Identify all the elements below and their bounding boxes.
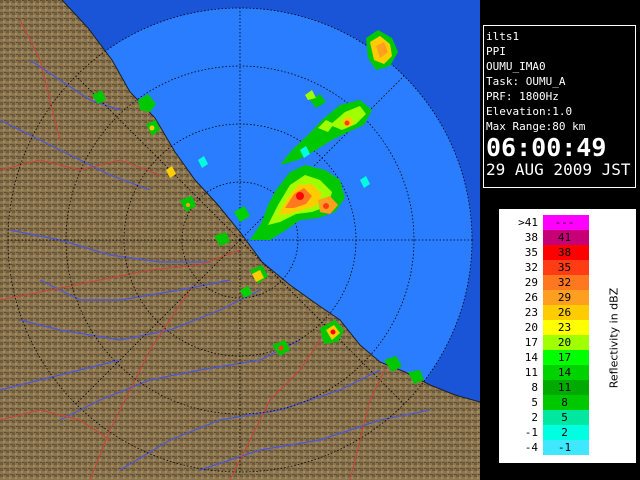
legend-row-low-value: 32 xyxy=(524,261,538,274)
legend-row: -4 -1 xyxy=(500,440,600,455)
legend-row: -1 2 xyxy=(500,425,600,440)
legend-row-low-value: 35 xyxy=(524,246,538,259)
legend-color-swatch: 8 xyxy=(543,395,589,410)
legend-color-swatch: 29 xyxy=(543,290,589,305)
max-range-value: Max Range:80 km xyxy=(486,120,586,133)
legend-row-low-value: 8 xyxy=(531,381,538,394)
scan-type: PPI xyxy=(486,45,506,58)
legend-row: 58 xyxy=(500,395,600,410)
legend-axis-label: Reflectivity in dBZ xyxy=(603,258,625,418)
legend-color-swatch: 5 xyxy=(543,410,589,425)
legend-row: 11 14 xyxy=(500,365,600,380)
legend-row-low-value: 2 xyxy=(531,411,538,424)
legend-row: 29 32 xyxy=(500,275,600,290)
legend-row: 20 23 xyxy=(500,320,600,335)
legend-color-swatch: 14 xyxy=(543,365,589,380)
legend-row-high-value: 41 xyxy=(557,231,572,244)
legend-row-high-value: 26 xyxy=(557,306,572,319)
legend-color-swatch: 32 xyxy=(543,275,589,290)
legend-row-high-value: 8 xyxy=(561,396,568,409)
legend-row: 14 17 xyxy=(500,350,600,365)
scan-info-box: ilts1 PPI OUMU_IMA0 Task: OUMU_A PRF: 18… xyxy=(483,25,636,188)
legend-row: 17 20 xyxy=(500,335,600,350)
legend-row-low-value: 17 xyxy=(524,336,538,349)
legend-row-low-value: 5 xyxy=(531,396,538,409)
legend-color-swatch: 2 xyxy=(543,425,589,440)
legend-row: 35 38 xyxy=(500,245,600,260)
legend-row-high-value: 23 xyxy=(557,321,572,334)
legend-row-high-value: 14 xyxy=(557,366,572,379)
legend-row-low-value: 14 xyxy=(524,351,538,364)
legend-row-high-value: --- xyxy=(554,216,575,229)
radar-map[interactable] xyxy=(0,0,480,480)
legend-row-high-value: 29 xyxy=(557,291,572,304)
legend-row: 26 29 xyxy=(500,290,600,305)
legend-row-low-value: -1 xyxy=(524,426,538,439)
legend-color-swatch: 11 xyxy=(543,380,589,395)
legend-row-high-value: 2 xyxy=(561,426,568,439)
legend-row-low-value: 26 xyxy=(524,291,538,304)
legend-row: >41 --- xyxy=(500,215,600,230)
scan-time: 06:00:49 xyxy=(486,133,607,162)
info-panel: ilts1 PPI OUMU_IMA0 Task: OUMU_A PRF: 18… xyxy=(480,0,640,480)
legend-color-swatch: --- xyxy=(543,215,589,230)
legend-row-low-value: 11 xyxy=(524,366,538,379)
scan-date: 29 AUG 2009 JST xyxy=(486,160,631,179)
product-name: OUMU_IMA0 xyxy=(486,60,546,73)
legend-row-low-value: 29 xyxy=(524,276,538,289)
site-name: ilts1 xyxy=(486,30,520,43)
legend-row-high-value: 38 xyxy=(557,246,572,259)
legend-color-swatch: 20 xyxy=(543,335,589,350)
legend-color-swatch: 35 xyxy=(543,260,589,275)
legend-color-swatch: 26 xyxy=(543,305,589,320)
legend-row: 23 26 xyxy=(500,305,600,320)
legend-row-high-value: 20 xyxy=(557,336,572,349)
legend-row: 8 11 xyxy=(500,380,600,395)
legend-row: 25 xyxy=(500,410,600,425)
legend-row: 38 41 xyxy=(500,230,600,245)
legend-row-high-value: 17 xyxy=(557,351,572,364)
task-name: Task: OUMU_A xyxy=(486,75,566,88)
legend-color-swatch: -1 xyxy=(543,440,589,455)
legend-row-high-value: 35 xyxy=(557,261,572,274)
legend-row-high-value: 32 xyxy=(557,276,572,289)
legend-row-low-value: 23 xyxy=(524,306,538,319)
legend-row-high-value: -1 xyxy=(557,441,572,454)
legend-color-swatch: 41 xyxy=(543,230,589,245)
legend-row-low-value: 38 xyxy=(524,231,538,244)
legend-axis-text: Reflectivity in dBZ xyxy=(607,287,621,389)
legend-color-swatch: 17 xyxy=(543,350,589,365)
legend-row-low-value: -4 xyxy=(524,441,538,454)
reflectivity-legend: >41 --- 38 41 35 38 32 35 29 32 26 29 23 26 20 23 17 20 14… xyxy=(499,209,636,463)
legend-row: 32 35 xyxy=(500,260,600,275)
legend-row-high-value: 11 xyxy=(557,381,572,394)
legend-color-swatch: 38 xyxy=(543,245,589,260)
prf-value: PRF: 1800Hz xyxy=(486,90,559,103)
legend-row-low-value: >41 xyxy=(518,216,538,229)
legend-row-low-value: 20 xyxy=(524,321,538,334)
legend-row-high-value: 5 xyxy=(561,411,568,424)
elevation-value: Elevation:1.0 xyxy=(486,105,573,118)
legend-color-swatch: 23 xyxy=(543,320,589,335)
radar-image xyxy=(0,0,480,480)
